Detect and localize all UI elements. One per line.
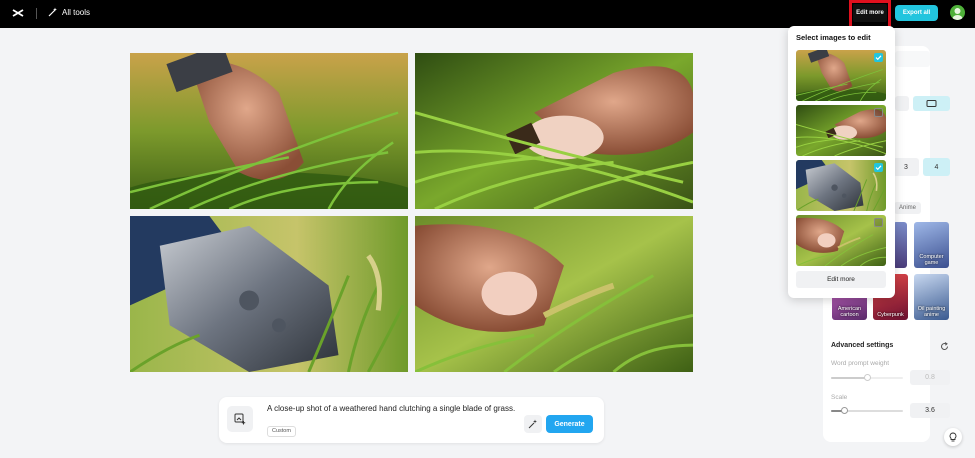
scale-label: Scale [831,394,848,401]
style-card-oil-painting-anime[interactable]: Oil painting anime [914,274,949,320]
landscape-ratio-icon [926,100,937,107]
magic-wand-icon [48,7,57,17]
check-icon [875,165,882,171]
prompt-enhance-button[interactable] [524,415,542,433]
style-label: Oil painting anime [917,306,946,318]
popup-title: Select images to edit [796,33,871,42]
highlight-box [849,0,891,29]
style-card-partial[interactable] [893,222,907,268]
advanced-settings-title: Advanced settings [831,342,894,349]
style-label: Computer game [919,254,944,266]
style-chip-anime[interactable]: Anime [894,202,921,214]
top-bar: All tools Edit more Export all [0,0,975,29]
count-option-3[interactable]: 3 [893,158,919,176]
checkbox-checked[interactable] [874,53,883,62]
word-prompt-weight-label: Word prompt weight [831,360,890,367]
image-add-icon [234,413,246,425]
check-icon [875,55,882,61]
scale-input[interactable]: 3.6 [910,403,950,418]
popup-thumb-2[interactable] [796,105,886,156]
generated-image-4[interactable] [415,216,693,372]
image-reference-button[interactable] [227,406,253,432]
reset-icon[interactable] [940,342,949,351]
generated-image-1[interactable] [130,53,408,209]
tips-button[interactable] [944,428,962,446]
prompt-bar: A close-up shot of a weathered hand clut… [219,397,604,443]
popup-thumb-1[interactable] [796,50,886,101]
word-prompt-weight-knob[interactable] [864,374,871,381]
count-option-4[interactable]: 4 [923,158,950,176]
sparkle-wand-icon [528,419,537,429]
ratio-option-landscape[interactable] [913,96,950,111]
capcut-logo[interactable] [11,6,25,20]
lightbulb-icon [949,432,957,442]
popup-edit-more-button[interactable]: Edit more [796,271,886,288]
generated-image-2[interactable] [415,53,693,209]
popup-thumb-3[interactable] [796,160,886,211]
select-images-popup: Select images to edit Edit more [788,26,895,298]
header-divider [36,8,37,19]
prompt-style-tag[interactable]: Custom [267,426,296,437]
generate-button[interactable]: Generate [546,415,593,433]
style-card-computer-game[interactable]: Computer game [914,222,949,268]
word-prompt-weight-fill [831,377,867,379]
generated-image-3[interactable] [130,216,408,372]
all-tools-button[interactable]: All tools [48,7,90,17]
export-all-button[interactable]: Export all [895,5,938,21]
avatar[interactable] [950,5,965,20]
all-tools-label: All tools [62,7,91,17]
checkbox-unchecked[interactable] [874,108,883,117]
checkbox-unchecked[interactable] [874,218,883,227]
popup-thumb-4[interactable] [796,215,886,266]
prompt-input[interactable]: A close-up shot of a weathered hand clut… [267,404,517,414]
style-label: American cartoon [837,306,862,318]
checkbox-checked[interactable] [874,163,883,172]
ratio-option[interactable] [895,96,909,111]
scale-knob[interactable] [841,407,848,414]
panel-header-strip [895,51,930,67]
word-prompt-weight-input[interactable]: 0.8 [910,370,950,385]
style-label: Cyberpunk [877,312,904,318]
